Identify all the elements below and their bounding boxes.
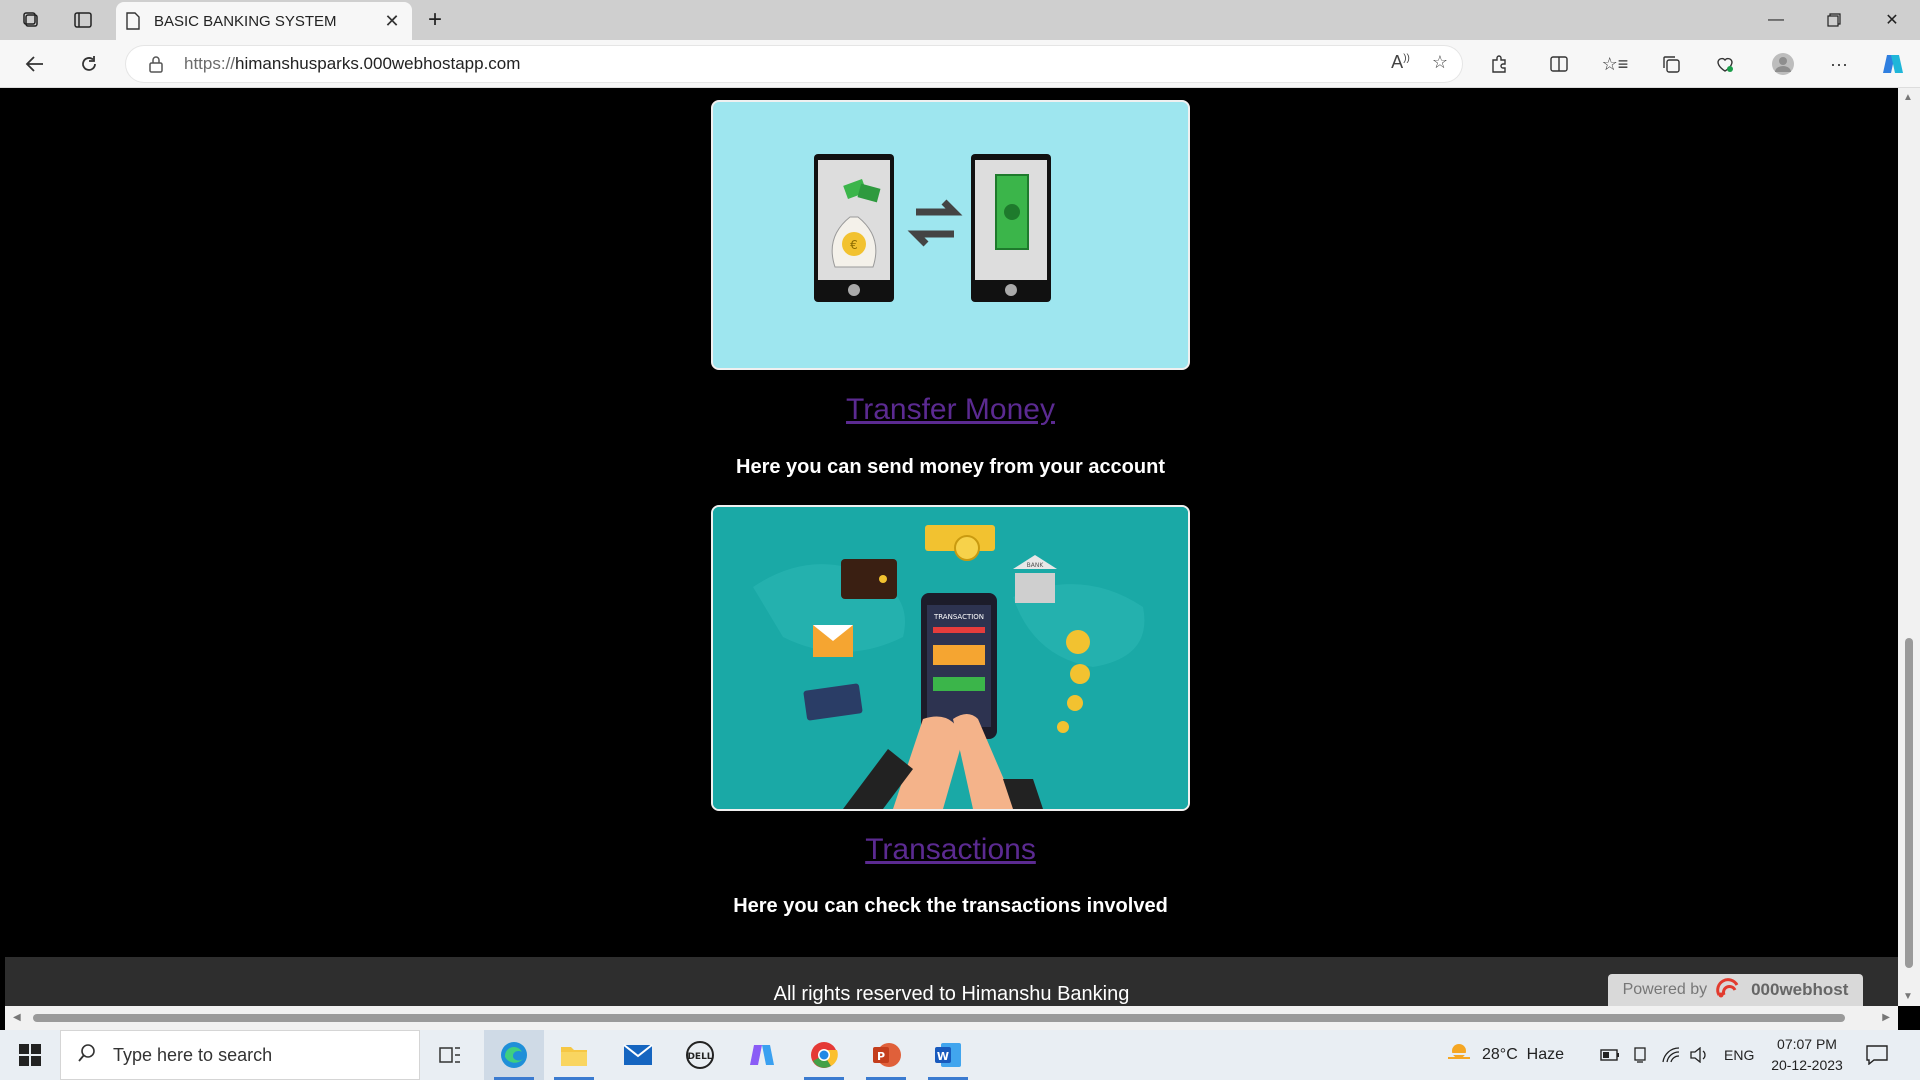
- vertical-scrollbar[interactable]: ▲ ▼: [1898, 88, 1920, 1006]
- vertical-scroll-thumb[interactable]: [1905, 638, 1913, 968]
- close-tab-icon[interactable]: ✕: [382, 11, 402, 32]
- search-icon: [77, 1043, 97, 1068]
- transactions-link[interactable]: Transactions: [711, 833, 1190, 867]
- transactions-description: Here you can check the transactions invo…: [733, 895, 1168, 917]
- transfer-money-description: Here you can send money from your accoun…: [736, 456, 1165, 478]
- taskbar-search-box[interactable]: Type here to search: [60, 1030, 420, 1080]
- scroll-up-icon[interactable]: ▲: [1903, 92, 1913, 103]
- tab-title: BASIC BANKING SYSTEM: [154, 12, 337, 30]
- transfer-money-link[interactable]: Transfer Money: [711, 393, 1190, 427]
- clock-date: 20-12-2023: [1771, 1057, 1843, 1073]
- favorites-icon[interactable]: ☆≡: [1600, 50, 1630, 78]
- restore-icon[interactable]: [1806, 0, 1862, 40]
- close-window-icon[interactable]: ✕: [1864, 0, 1920, 40]
- page-icon: [126, 12, 142, 30]
- scroll-left-icon[interactable]: ◀: [13, 1012, 21, 1023]
- extensions-icon[interactable]: [1484, 50, 1514, 78]
- bank-label: BANK: [1027, 562, 1045, 569]
- weather-text: 28°C Haze: [1482, 1046, 1564, 1063]
- transactions-image[interactable]: BANK TRANSACTION: [711, 505, 1190, 811]
- copilot-icon[interactable]: [1878, 50, 1908, 78]
- minimize-icon[interactable]: —: [1748, 0, 1804, 40]
- page-viewport: € Transfer Money Here you can send money…: [5, 88, 1898, 1006]
- powered-by-label: Powered by: [1622, 981, 1708, 998]
- wifi-icon[interactable]: [1662, 1030, 1680, 1080]
- browser-toolbar: https://himanshusparks.000webhostapp.com…: [0, 40, 1920, 88]
- lock-icon[interactable]: [148, 55, 166, 73]
- copilot-app-icon[interactable]: [732, 1030, 792, 1080]
- transaction-screen-label: TRANSACTION: [933, 613, 984, 621]
- windows-taskbar: Type here to search DELL P W 28°C Haze E…: [0, 1030, 1920, 1080]
- battery-icon[interactable]: [1600, 1030, 1620, 1080]
- collections-icon[interactable]: [1656, 50, 1686, 78]
- file-explorer-icon[interactable]: [544, 1030, 604, 1080]
- address-bar[interactable]: https://himanshusparks.000webhostapp.com…: [126, 46, 1462, 82]
- tab-actions-icon[interactable]: [66, 6, 100, 34]
- svg-text:€: €: [850, 238, 858, 252]
- taskbar-clock[interactable]: 07:07 PM 20-12-2023: [1764, 1034, 1850, 1076]
- haze-weather-icon: [1446, 1042, 1472, 1069]
- tab-bar: BASIC BANKING SYSTEM ✕ + — ✕: [0, 0, 1920, 40]
- mail-app-icon[interactable]: [608, 1030, 668, 1080]
- new-tab-button[interactable]: +: [418, 6, 452, 34]
- page-footer: All rights reserved to Himanshu Banking …: [5, 957, 1898, 1006]
- word-app-icon[interactable]: W: [918, 1030, 978, 1080]
- more-options-icon[interactable]: ···: [1824, 50, 1854, 78]
- horizontal-scroll-thumb[interactable]: [33, 1014, 1845, 1022]
- task-view-icon[interactable]: [420, 1030, 480, 1080]
- notifications-icon[interactable]: [1866, 1030, 1888, 1080]
- back-icon[interactable]: [18, 48, 52, 80]
- svg-text:W: W: [937, 1050, 949, 1063]
- url-host: himanshusparks.000webhostapp.com: [235, 54, 521, 73]
- svg-text:P: P: [877, 1050, 885, 1063]
- favorite-star-icon[interactable]: ☆: [1432, 52, 1448, 73]
- start-button[interactable]: [0, 1030, 60, 1080]
- refresh-icon[interactable]: [72, 48, 106, 80]
- profile-avatar[interactable]: [1768, 50, 1798, 78]
- read-aloud-icon[interactable]: A)): [1391, 52, 1410, 73]
- powered-by-brand: 000webhost: [1751, 980, 1849, 999]
- chrome-app-icon[interactable]: [794, 1030, 854, 1080]
- browser-essentials-icon[interactable]: [1710, 50, 1740, 78]
- svg-text:DELL: DELL: [687, 1052, 712, 1062]
- weather-widget[interactable]: 28°C Haze: [1446, 1030, 1564, 1080]
- volume-icon[interactable]: [1690, 1030, 1708, 1080]
- scroll-right-icon[interactable]: ▶: [1882, 1012, 1890, 1023]
- webhost-logo-icon: [1715, 977, 1743, 1004]
- edge-app-icon[interactable]: [484, 1030, 544, 1080]
- workspaces-icon[interactable]: [14, 6, 48, 34]
- clock-time: 07:07 PM: [1777, 1036, 1837, 1052]
- powered-by-badge[interactable]: Powered by 000webhost: [1608, 974, 1863, 1006]
- dell-app-icon[interactable]: DELL: [670, 1030, 730, 1080]
- device-icon[interactable]: [1632, 1030, 1648, 1080]
- split-screen-icon[interactable]: [1544, 50, 1574, 78]
- scroll-down-icon[interactable]: ▼: [1903, 991, 1913, 1002]
- horizontal-scrollbar[interactable]: ◀ ▶: [5, 1006, 1898, 1030]
- search-placeholder: Type here to search: [113, 1044, 273, 1065]
- tab-active[interactable]: BASIC BANKING SYSTEM ✕: [116, 2, 412, 40]
- powerpoint-app-icon[interactable]: P: [856, 1030, 916, 1080]
- url-protocol: https://: [184, 54, 236, 73]
- transfer-money-image[interactable]: €: [711, 100, 1190, 370]
- language-indicator[interactable]: ENG: [1724, 1030, 1754, 1080]
- windows-logo-icon: [19, 1044, 41, 1066]
